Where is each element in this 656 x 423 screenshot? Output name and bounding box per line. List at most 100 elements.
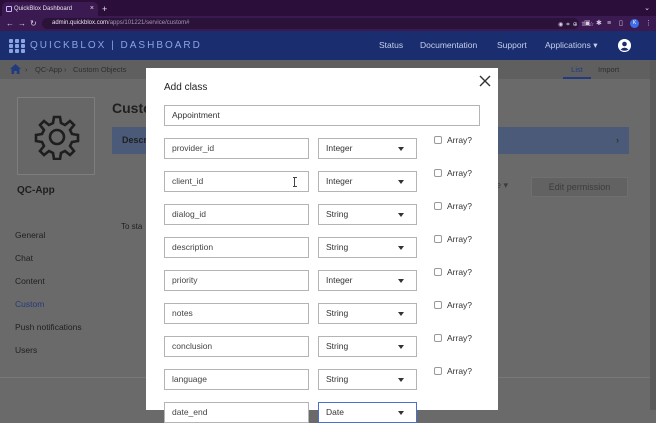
caret-down-icon: [398, 279, 404, 283]
brand-separator: |: [111, 40, 116, 51]
field-type-value: Integer: [326, 176, 353, 186]
close-icon[interactable]: [478, 74, 492, 88]
browser-menu-icon[interactable]: ⋮: [645, 16, 652, 31]
field-name-input[interactable]: client_id: [164, 171, 309, 192]
field-row: description String Array?: [164, 234, 484, 258]
field-type-select[interactable]: Integer: [318, 138, 417, 159]
field-row: provider_id Integer Array?: [164, 135, 484, 159]
caret-down-icon: [398, 246, 404, 250]
breadcrumb-current: Custom Objects: [73, 65, 127, 74]
field-name-input[interactable]: dialog_id: [164, 204, 309, 225]
array-label: Array?: [447, 201, 473, 211]
tab-import[interactable]: Import: [598, 60, 619, 79]
breadcrumb-app[interactable]: QC-App: [35, 60, 62, 79]
quickblox-favicon-icon: [6, 6, 12, 12]
field-row: notes String Array?: [164, 300, 484, 324]
field-type-select[interactable]: Integer: [318, 171, 417, 192]
tab-close-icon[interactable]: ×: [90, 2, 94, 16]
caret-down-icon: [398, 411, 404, 415]
class-name-input[interactable]: Appointment: [164, 105, 480, 126]
nav-applications[interactable]: Applications ▾: [545, 31, 597, 60]
field-type-value: String: [326, 209, 349, 219]
field-type-select[interactable]: Date: [318, 402, 417, 423]
description-label: Descr: [122, 135, 148, 145]
field-type-select[interactable]: String: [318, 336, 417, 357]
edit-permission-button[interactable]: Edit permission: [531, 177, 628, 197]
array-checkbox[interactable]: [434, 367, 442, 375]
user-account-icon[interactable]: [618, 39, 631, 52]
caret-down-icon: [398, 378, 404, 382]
field-type-select[interactable]: String: [318, 204, 417, 225]
field-type-value: String: [326, 374, 349, 384]
field-name-input[interactable]: date_end: [164, 402, 309, 423]
field-row: priority Integer Array?: [164, 267, 484, 291]
field-name-input[interactable]: description: [164, 237, 309, 258]
tab-list[interactable]: List: [563, 60, 591, 79]
gear-icon: [34, 115, 80, 160]
address-bar[interactable]: admin.quickblox.com/apps/101221/service/…: [42, 18, 594, 29]
nav-support[interactable]: Support: [497, 31, 527, 60]
sidebar-item-chat[interactable]: Chat: [15, 253, 33, 263]
url-path: /apps/101221/service/custom#: [108, 20, 190, 26]
modal-title: Add class: [164, 82, 208, 93]
caret-down-icon: [398, 345, 404, 349]
chevron-right-icon: ›: [616, 135, 619, 145]
field-type-select[interactable]: String: [318, 303, 417, 324]
field-type-value: Integer: [326, 275, 353, 285]
sidebar-icon[interactable]: ▯: [619, 16, 623, 31]
new-tab-button[interactable]: +: [102, 2, 107, 16]
field-row: dialog_id String Array?: [164, 201, 484, 225]
empty-state-text: To sta: [121, 222, 143, 231]
caret-down-icon: [398, 312, 404, 316]
media-icon[interactable]: ≡: [607, 16, 611, 31]
array-checkbox[interactable]: [434, 301, 442, 309]
nav-status[interactable]: Status: [379, 31, 403, 60]
sidebar-item-users[interactable]: Users: [15, 345, 37, 355]
forward-icon[interactable]: →: [18, 16, 26, 31]
array-label: Array?: [447, 135, 473, 145]
reload-icon[interactable]: ↻: [30, 16, 37, 31]
field-name-input[interactable]: provider_id: [164, 138, 309, 159]
tab-search-chevron-icon[interactable]: ⌄: [644, 2, 650, 16]
array-checkbox[interactable]: [434, 235, 442, 243]
home-icon[interactable]: [10, 64, 21, 74]
sidebar-item-general[interactable]: General: [15, 230, 45, 240]
breadcrumb-separator-icon: ›: [25, 65, 28, 74]
array-checkbox[interactable]: [434, 136, 442, 144]
caret-down-icon: [398, 180, 404, 184]
browser-tab-title: QuickBlox Dashboard: [14, 6, 73, 12]
field-name-input[interactable]: notes: [164, 303, 309, 324]
nav-documentation[interactable]: Documentation: [420, 31, 477, 60]
back-icon[interactable]: ←: [6, 16, 14, 31]
page-scrollbar[interactable]: [650, 60, 656, 410]
sidebar-item-push-notifications[interactable]: Push notifications: [15, 322, 82, 332]
extension-icon[interactable]: ▣: [584, 16, 591, 31]
array-checkbox[interactable]: [434, 169, 442, 177]
browser-tab-strip: QuickBlox Dashboard × + ⌄: [0, 0, 656, 16]
browser-tab[interactable]: QuickBlox Dashboard ×: [2, 2, 98, 16]
field-type-select[interactable]: Integer: [318, 270, 417, 291]
field-row: conclusion String Array?: [164, 333, 484, 357]
sidebar-item-custom[interactable]: Custom: [15, 299, 44, 309]
array-checkbox[interactable]: [434, 268, 442, 276]
field-row: client_id Integer Array?: [164, 168, 484, 192]
brand-right: DASHBOARD: [120, 40, 202, 51]
breadcrumb-separator-icon: ›: [64, 65, 67, 74]
field-name-value: client_id: [172, 176, 204, 186]
brand-wordmark[interactable]: QUICKBLOX | DASHBOARD: [30, 31, 202, 60]
app-name: QC-App: [17, 185, 55, 196]
array-label: Array?: [447, 234, 473, 244]
quickblox-logo-icon[interactable]: [9, 39, 25, 53]
array-checkbox[interactable]: [434, 202, 442, 210]
array-checkbox[interactable]: [434, 334, 442, 342]
field-type-select[interactable]: String: [318, 237, 417, 258]
field-name-input[interactable]: conclusion: [164, 336, 309, 357]
puzzle-icon[interactable]: ✱: [596, 16, 602, 31]
field-name-input[interactable]: priority: [164, 270, 309, 291]
field-name-input[interactable]: language: [164, 369, 309, 390]
field-row: date_end Date: [164, 402, 484, 423]
field-type-select[interactable]: String: [318, 369, 417, 390]
caret-down-icon: [398, 147, 404, 151]
sidebar-item-content[interactable]: Content: [15, 276, 45, 286]
profile-avatar[interactable]: K: [630, 19, 639, 28]
